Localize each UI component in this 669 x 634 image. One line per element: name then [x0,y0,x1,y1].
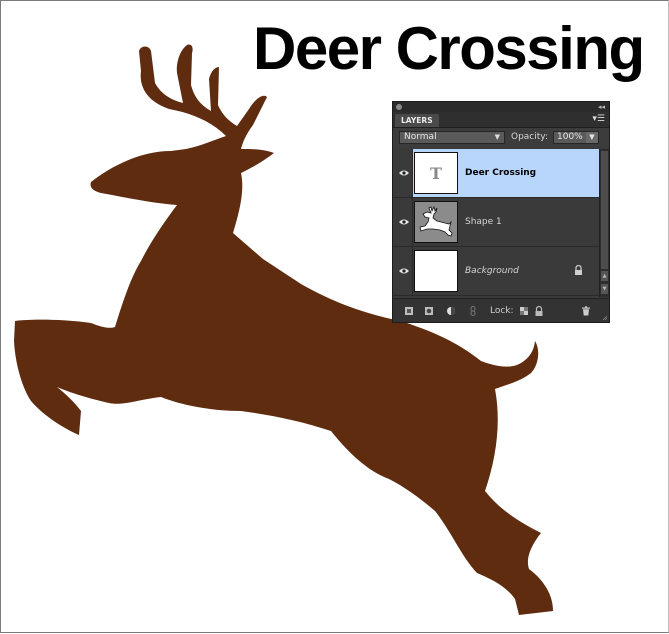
visibility-toggle[interactable] [393,149,413,197]
layer-name[interactable]: Deer Crossing [465,166,536,180]
panel-footer: Lock: [393,298,609,322]
layers-panel: ◂◂ LAYERS ▾☰ Normal ▼ Opacity: 100% ▼ T [392,101,610,323]
visibility-toggle[interactable] [393,247,413,295]
blend-mode-value: Normal [404,132,437,142]
adjustment-layer-icon[interactable] [446,306,456,316]
layer-name[interactable]: Background [465,264,519,278]
shape-layer-thumbnail [414,201,458,243]
opacity-label: Opacity: [511,132,548,142]
headline-text-layer[interactable]: Deer Crossing [253,7,645,91]
blend-options-row: Normal ▼ Opacity: 100% ▼ [393,128,609,148]
panel-titlebar[interactable]: ◂◂ [393,102,609,112]
panel-tabbar: LAYERS ▾☰ [393,112,609,128]
layers-scrollbar[interactable]: ▲ ▼ [599,149,609,297]
layer-row-deer-crossing[interactable]: T Deer Crossing [393,149,599,198]
opacity-value: 100% [557,132,583,142]
opacity-field[interactable]: 100% ▼ [553,131,599,144]
visibility-toggle[interactable] [393,198,413,246]
scroll-up-button[interactable]: ▲ [601,271,608,281]
layer-name[interactable]: Shape 1 [465,215,502,229]
document-canvas[interactable]: Deer Crossing ◂◂ LAYERS ▾☰ Normal ▼ Opac… [0,0,669,633]
layer-row-background[interactable]: Background [393,247,599,296]
eye-icon [399,170,409,176]
deer-thumbnail-icon [419,205,453,237]
new-layer-icon[interactable] [404,306,414,316]
close-panel-icon[interactable] [396,104,402,110]
scrollbar-thumb[interactable] [601,151,608,269]
tab-layers[interactable]: LAYERS [395,114,439,127]
eye-icon [399,268,409,274]
eye-icon [399,219,409,225]
layer-row-shape-1[interactable]: Shape 1 [393,198,599,247]
scroll-down-button[interactable]: ▼ [601,284,608,294]
chevron-down-icon[interactable]: ▼ [586,132,598,143]
background-layer-thumbnail [414,250,458,292]
collapse-panel-icon[interactable]: ◂◂ [598,102,605,112]
panel-menu-icon[interactable]: ▾☰ [592,113,605,125]
link-icon[interactable] [468,306,478,316]
resize-grip-icon[interactable] [602,315,608,321]
lock-icon [575,265,582,275]
lock-label: Lock: [490,306,514,316]
layer-mask-icon[interactable] [424,306,434,316]
blend-mode-dropdown[interactable]: Normal ▼ [399,131,505,144]
lock-transparent-icon[interactable] [519,306,529,316]
text-layer-thumbnail: T [414,152,458,194]
chevron-down-icon: ▼ [494,133,500,141]
lock-all-icon[interactable] [534,306,544,316]
layers-list: T Deer Crossing Shape 1 Background [393,149,599,297]
trash-icon[interactable] [581,306,591,316]
